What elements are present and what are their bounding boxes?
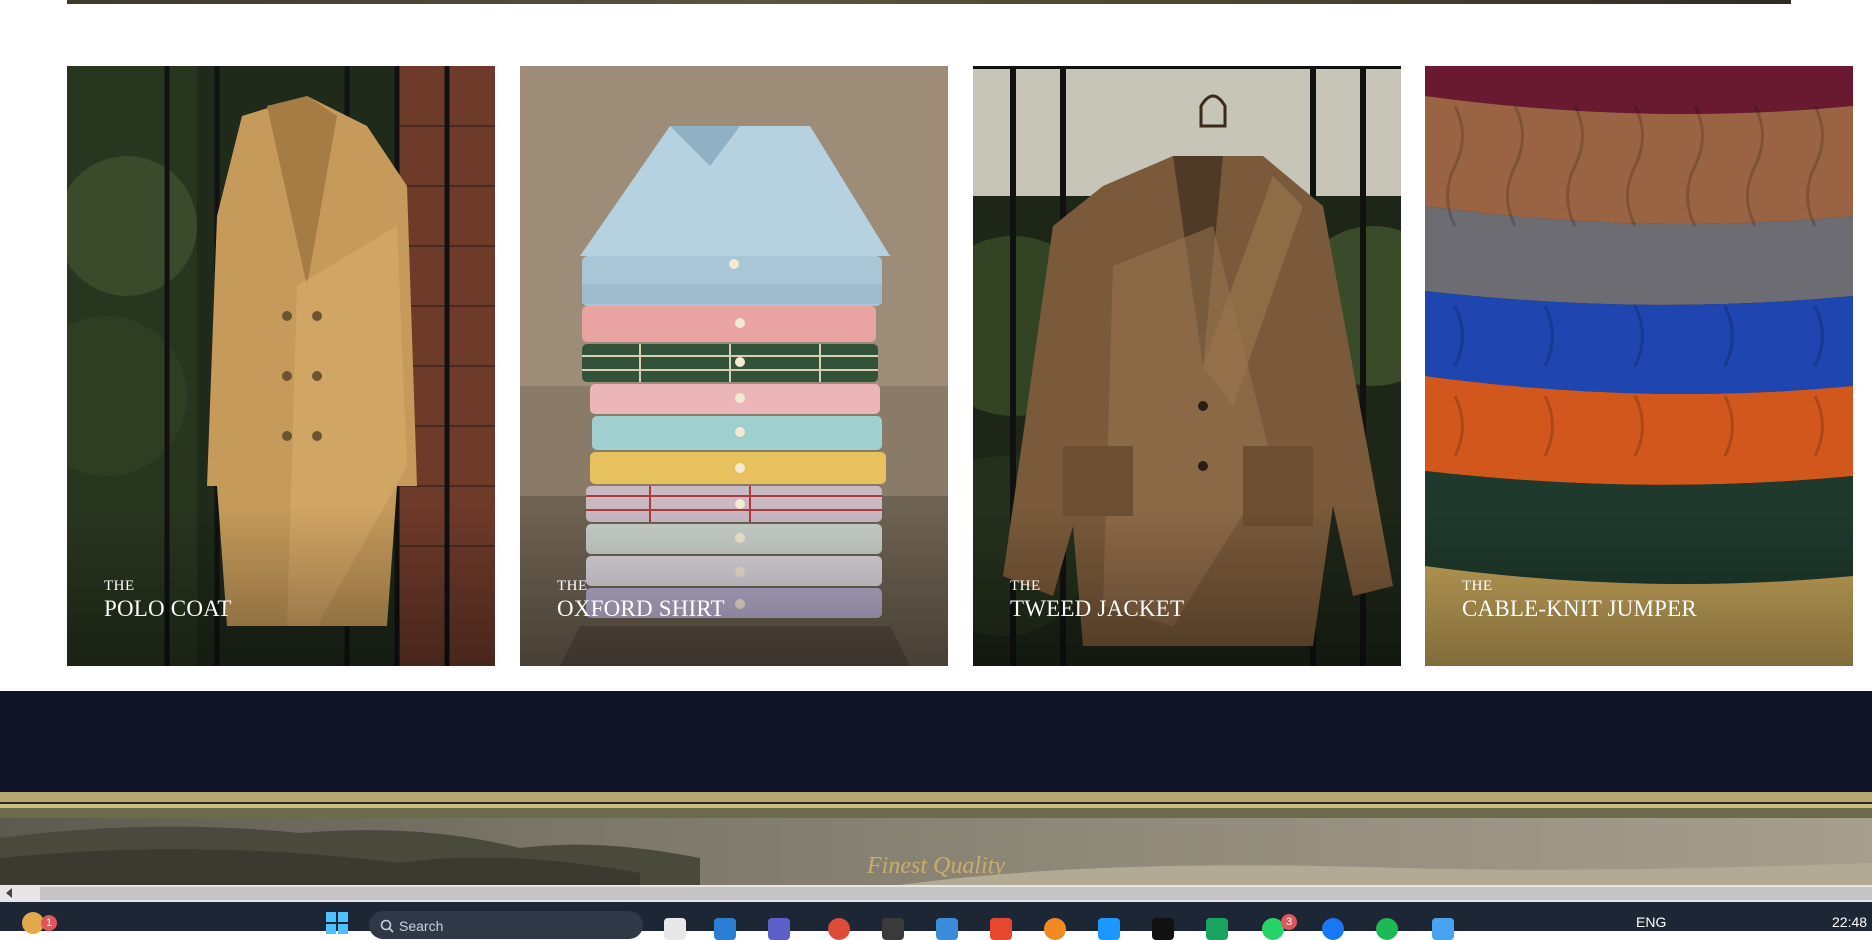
card-eyebrow: THE (1462, 578, 1493, 594)
search-placeholder: Search (399, 918, 444, 934)
card-eyebrow: THE (1010, 578, 1041, 594)
app-icon[interactable] (1152, 918, 1174, 940)
card-title[interactable]: TWEED JACKET (1010, 596, 1184, 622)
file-explorer-icon[interactable] (664, 918, 686, 940)
whatsapp-badge: 3 (1281, 914, 1297, 930)
scrollbar-thumb[interactable] (40, 887, 1872, 900)
copilot-icon[interactable] (936, 918, 958, 940)
footer-tagline: Finest Quality (867, 853, 1005, 879)
horizontal-scrollbar[interactable] (0, 885, 1872, 902)
clock-time[interactable]: 22:48 (1832, 914, 1867, 930)
firefox-icon[interactable] (1044, 918, 1066, 940)
vscode-icon[interactable] (714, 918, 736, 940)
teams-icon[interactable] (768, 918, 790, 940)
prime-video-icon[interactable] (1098, 918, 1120, 940)
office-icon[interactable] (990, 918, 1012, 940)
spotify-icon[interactable] (1376, 918, 1398, 940)
card-cable-knit-jumper[interactable]: THE CABLE-KNIT JUMPER (1425, 66, 1853, 666)
card-polo-coat[interactable]: THE POLO COAT (67, 66, 495, 666)
card-tweed-jacket[interactable]: THE TWEED JACKET (973, 66, 1401, 666)
language-indicator[interactable]: ENG (1636, 914, 1666, 930)
card-eyebrow: THE (557, 578, 588, 594)
scroll-left-arrow-icon[interactable] (6, 888, 12, 898)
card-title[interactable]: POLO COAT (104, 596, 232, 622)
card-oxford-shirt[interactable]: THE OXFORD SHIRT (520, 66, 948, 666)
calendar-icon[interactable] (1432, 918, 1454, 940)
top-divider-band (67, 0, 1791, 4)
terminal-icon[interactable] (882, 918, 904, 940)
navy-section-band (0, 691, 1872, 792)
product-card-grid: THE POLO COAT THE OXFORD SHIRT THE TWEED… (67, 66, 1853, 666)
card-eyebrow: THE (104, 578, 135, 594)
taskbar-search-box[interactable]: Search (369, 911, 643, 939)
widgets-badge: 1 (41, 915, 57, 931)
gold-border-band (0, 792, 1872, 818)
card-title[interactable]: CABLE-KNIT JUMPER (1462, 596, 1697, 622)
messenger-icon[interactable] (1322, 918, 1344, 940)
chrome-icon[interactable] (828, 918, 850, 940)
google-drive-icon[interactable] (1206, 918, 1228, 940)
card-title[interactable]: OXFORD SHIRT (557, 596, 725, 622)
